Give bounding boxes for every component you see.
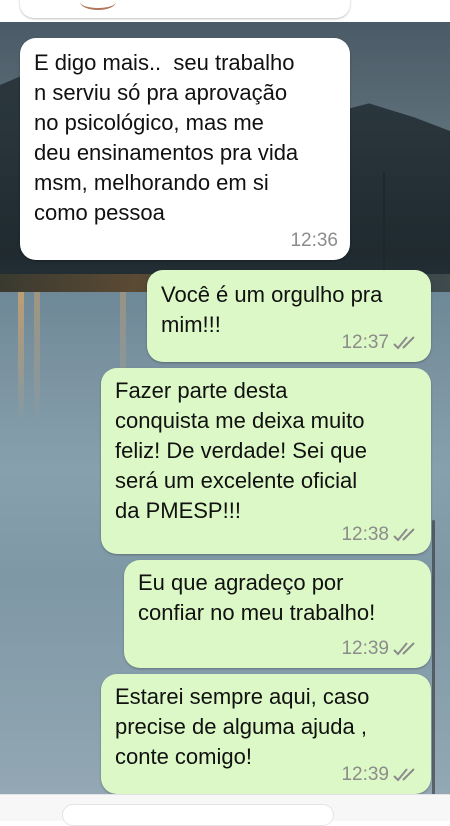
message-meta: 12:37 <box>341 332 419 354</box>
message-meta: 12:36 <box>290 230 338 252</box>
message-input[interactable] <box>62 804 334 826</box>
message-text: Fazer parte desta conquista me deixa mui… <box>115 378 367 523</box>
double-check-icon <box>393 336 415 350</box>
message-bubble-outgoing[interactable]: Você é um orgulho pra mim!!! 12:37 <box>147 270 431 362</box>
message-time: 12:39 <box>341 764 389 785</box>
message-meta: 12:39 <box>341 764 419 786</box>
message-text: Você é um orgulho pra mim!!! <box>161 282 383 337</box>
wallpaper-light-reflection <box>18 292 24 422</box>
message-text: E digo mais.. seu trabalho n serviu só p… <box>34 50 299 225</box>
message-text: Estarei sempre aqui, caso precise de alg… <box>115 684 370 769</box>
message-time: 12:38 <box>341 524 389 545</box>
message-bubble-incoming[interactable]: E digo mais.. seu trabalho n serviu só p… <box>20 38 350 260</box>
double-check-icon <box>393 528 415 542</box>
message-meta: 12:38 <box>341 524 419 546</box>
message-time: 12:37 <box>341 332 389 353</box>
double-check-icon <box>393 642 415 656</box>
message-time: 12:36 <box>290 230 338 251</box>
previous-message-strip <box>0 0 450 22</box>
message-time: 12:39 <box>341 638 389 659</box>
message-bubble-outgoing[interactable]: Eu que agradeço por confiar no meu traba… <box>124 560 431 668</box>
message-bubble-outgoing[interactable]: Fazer parte desta conquista me deixa mui… <box>101 368 431 554</box>
message-meta: 12:39 <box>341 638 419 660</box>
previous-message-bubble-edge <box>20 0 350 18</box>
message-bubble-outgoing[interactable]: Estarei sempre aqui, caso precise de alg… <box>101 674 431 794</box>
double-check-icon <box>393 768 415 782</box>
wallpaper-light-reflection <box>34 292 40 422</box>
scrollbar[interactable] <box>432 520 435 820</box>
message-text: Eu que agradeço por confiar no meu traba… <box>138 570 376 625</box>
